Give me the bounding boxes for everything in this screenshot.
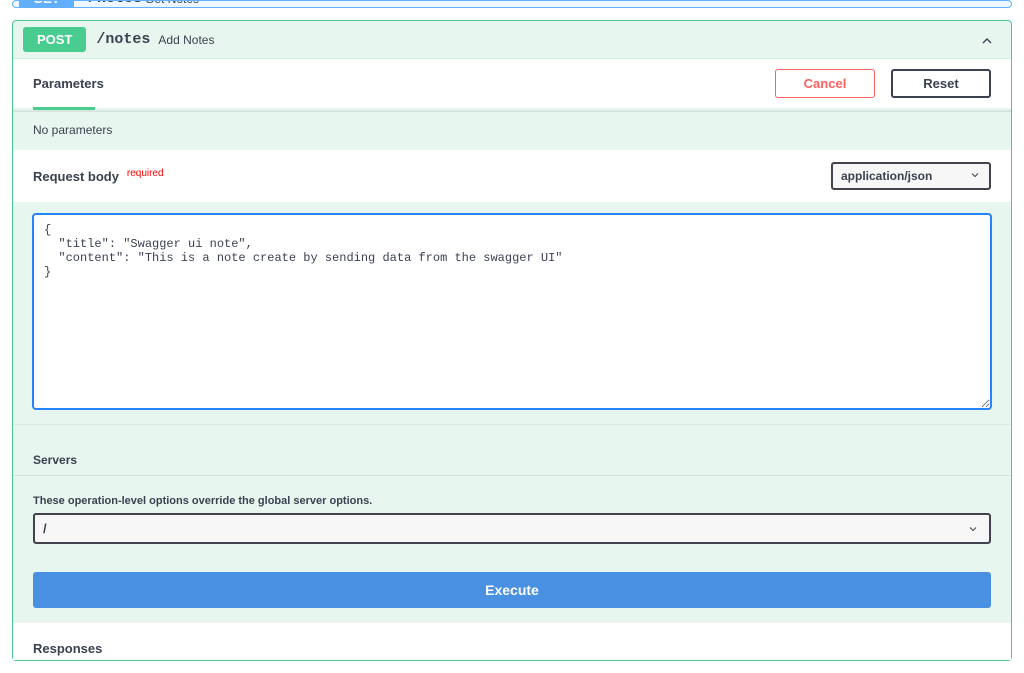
- endpoint-path: /notes: [96, 31, 150, 48]
- reset-button[interactable]: Reset: [891, 69, 991, 98]
- chevron-up-icon[interactable]: [979, 33, 995, 49]
- content-type-select-wrap: application/json: [831, 162, 991, 190]
- cancel-button[interactable]: Cancel: [775, 69, 875, 98]
- required-badge: required: [127, 168, 164, 179]
- parameters-heading: Parameters: [33, 76, 104, 91]
- execute-row: Execute: [13, 558, 1011, 622]
- servers-subtext: These operation-level options override t…: [13, 475, 1011, 513]
- responses-heading: Responses: [13, 622, 1011, 660]
- request-body-area: [13, 202, 1011, 424]
- content-type-select[interactable]: application/json: [831, 162, 991, 190]
- server-select-wrap: /: [13, 513, 1011, 558]
- endpoint-summary: Get Notes: [145, 0, 199, 6]
- request-body-input[interactable]: [33, 214, 991, 409]
- parameters-actions: Cancel Reset: [775, 69, 991, 98]
- endpoint-summary: Add Notes: [158, 33, 214, 47]
- no-parameters-message: No parameters: [13, 110, 1011, 149]
- servers-heading: Servers: [13, 424, 1011, 475]
- method-badge-post: POST: [23, 27, 86, 52]
- method-badge-get: GET: [19, 0, 74, 8]
- server-select[interactable]: /: [33, 513, 991, 544]
- request-body-label: Request body: [33, 169, 119, 184]
- request-body-bar: Request body required application/json: [13, 149, 1011, 202]
- post-endpoint-header[interactable]: POST /notes Add Notes: [13, 21, 1011, 58]
- post-endpoint-block: POST /notes Add Notes Parameters Cancel …: [12, 20, 1012, 661]
- parameters-tab-bar: Parameters Cancel Reset: [13, 58, 1011, 108]
- get-endpoint-row[interactable]: GET /notes Get Notes: [12, 0, 1012, 8]
- execute-button[interactable]: Execute: [33, 572, 991, 608]
- endpoint-path: /notes: [88, 0, 142, 7]
